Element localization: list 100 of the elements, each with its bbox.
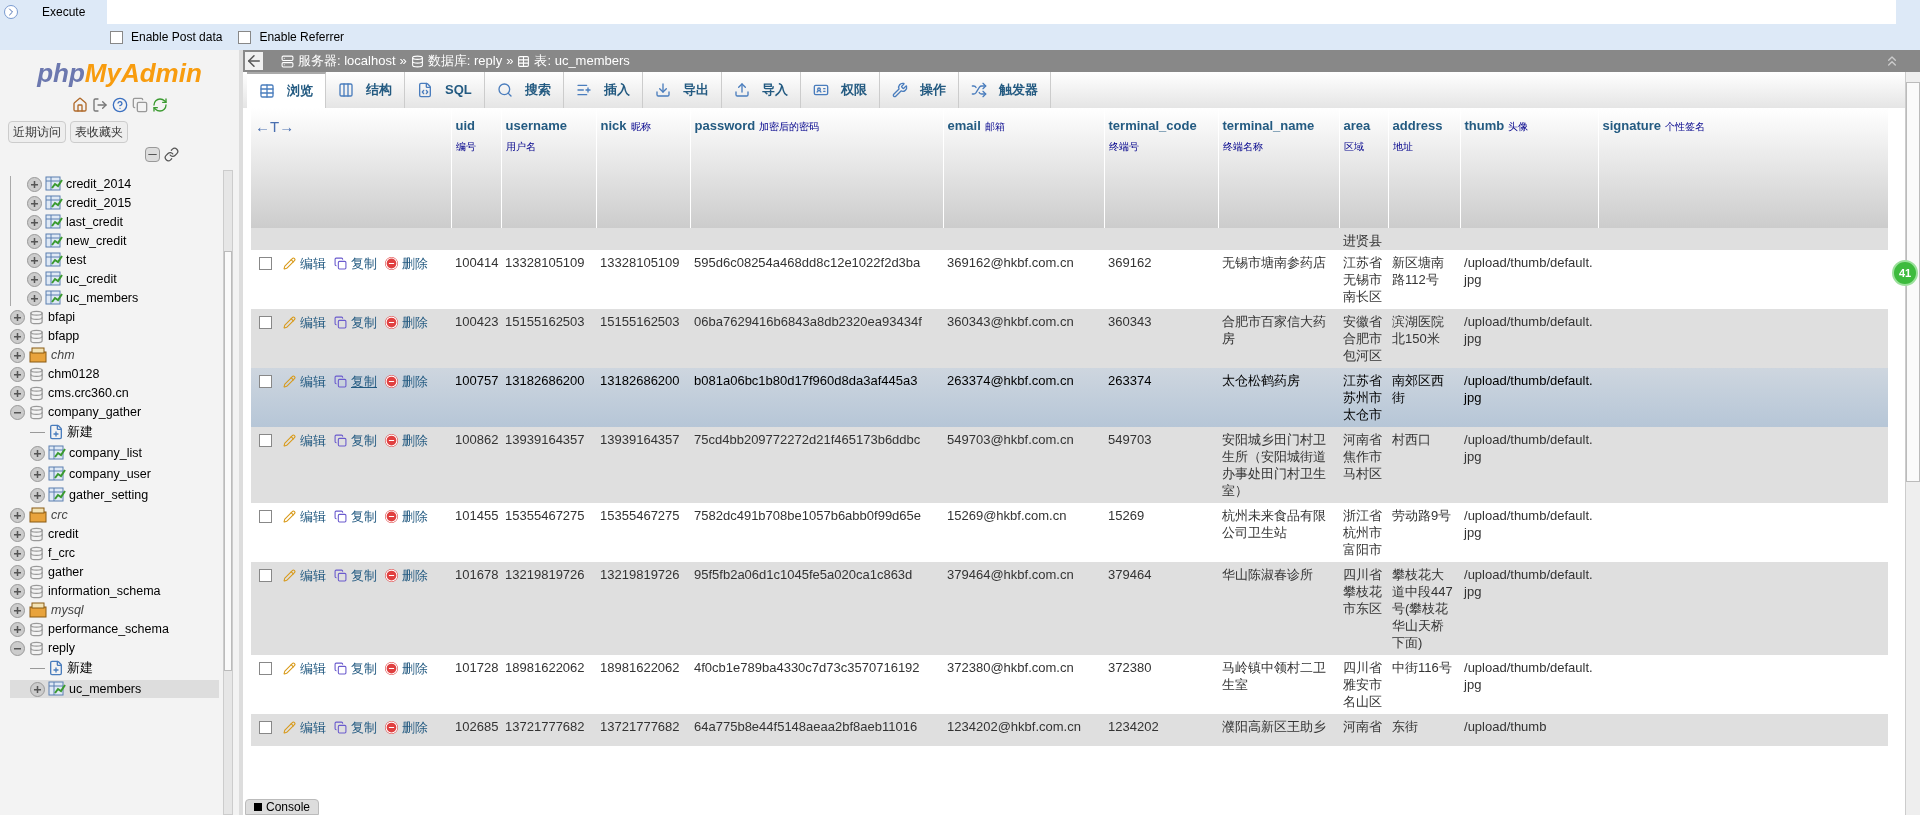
breadcrumb-link[interactable]: 表: uc_members — [534, 51, 630, 71]
copy-link[interactable]: 复制 — [334, 254, 377, 274]
expand-icon[interactable] — [10, 309, 25, 325]
delete-link[interactable]: 删除 — [385, 507, 428, 527]
edit-link[interactable]: 编辑 — [283, 313, 326, 333]
checkbox[interactable] — [259, 434, 272, 447]
expand-icon[interactable] — [27, 195, 42, 211]
expand-icon[interactable] — [10, 526, 25, 542]
tree-item[interactable]: new_credit — [66, 231, 127, 251]
tree-item[interactable]: uc_credit — [66, 269, 117, 289]
tree-item[interactable]: bfapi — [48, 307, 76, 327]
sidebar-tab-button[interactable]: 近期访问 — [8, 121, 66, 143]
expand-icon[interactable] — [10, 328, 25, 344]
delete-link[interactable]: 删除 — [385, 254, 428, 274]
tree-item[interactable]: 新建 — [67, 422, 93, 442]
copy-icon[interactable] — [131, 97, 148, 113]
collapse-all-icon[interactable] — [145, 147, 160, 162]
expand-icon[interactable] — [27, 214, 42, 230]
table-row[interactable]: 编辑 复制 删除 100414 13328105109 13328105109 595d6c08254a468dd8c12e1022f2d3ba 369162@hkbf.com.cn 369162 无锡市塘南参药店 江苏省无锡市南长区 新区塘南路112号 /upload/thumb/default.jpg — [251, 250, 1888, 309]
highlighted-row[interactable]: 编辑 复制 删除 100757 13182686200 13182686200 b081a06bc1b80d17f960d8da3af445a3 263374@hkbf.com.cn 263374 太仓松鹤药房 江苏省苏州市太仓市 南郊区西街 /upload/thumb/default.jpg — [251, 368, 1888, 427]
tree-item[interactable]: information_schema — [48, 581, 161, 601]
table-row[interactable]: 编辑 复制 删除 100423 15155162503 15155162503 06ba7629416b6843a8db2320ea93434f 360343@hkbf.com.cn 360343 合肥市百家信大药房 安徽省合肥市包河区 滨湖医院北150米 /upload/thumb/default.jpg — [251, 309, 1888, 368]
expand-icon[interactable] — [10, 602, 25, 618]
checkbox[interactable] — [259, 257, 272, 270]
delete-link[interactable]: 删除 — [385, 659, 428, 679]
reload-icon[interactable] — [151, 97, 168, 113]
delete-link[interactable]: 删除 — [385, 431, 428, 451]
expand-icon[interactable] — [27, 290, 42, 306]
edit-link[interactable]: 编辑 — [283, 718, 326, 738]
tree-item[interactable]: last_credit — [66, 212, 123, 232]
column-header[interactable]: address — [1392, 118, 1443, 133]
scrollbar[interactable] — [223, 170, 233, 815]
copy-link[interactable]: 复制 — [334, 431, 377, 451]
tree-item[interactable]: mysql — [51, 600, 84, 620]
expand-icon[interactable] — [30, 445, 45, 461]
expand-icon[interactable] — [10, 507, 25, 523]
tree-item[interactable]: cms.crc360.cn — [48, 383, 129, 403]
breadcrumb-link[interactable]: 服务器: localhost — [298, 51, 396, 71]
checkbox[interactable] — [259, 721, 272, 734]
table-row[interactable]: 编辑 复制 删除 101728 18981622062 18981622062 4f0cb1e789ba4330c7d73c3570716192 372380@hkbf.com.cn 372380 马岭镇中领村二卫生室 四川省雅安市名山区 中街116号 /upload/thumb/default.jpg — [251, 655, 1888, 714]
expand-icon[interactable] — [10, 385, 25, 401]
expand-icon[interactable] — [27, 252, 42, 268]
checkbox[interactable] — [259, 375, 272, 388]
tree-item[interactable]: chm0128 — [48, 364, 100, 384]
tree-item[interactable]: company_list — [69, 443, 142, 463]
expand-icon[interactable] — [10, 347, 25, 363]
tree-item[interactable]: uc_members — [69, 679, 142, 699]
tree-item[interactable]: gather_setting — [69, 485, 149, 505]
checkbox[interactable] — [238, 30, 252, 44]
execute-button[interactable]: Execute — [38, 3, 90, 21]
column-header[interactable]: email — [947, 118, 981, 133]
table-row[interactable]: 编辑 复制 删除 101455 15355467275 15355467275 7582dc491b708be1057b6abb0f99d65e 15269@hkbf.com.cn 15269 杭州未来食品有限公司卫生站 浙江省杭州市富阳市 劳动路9号 /upload/thumb/default.jpg — [251, 503, 1888, 562]
column-header[interactable]: area — [1343, 118, 1371, 133]
tree-item[interactable]: company_user — [69, 464, 151, 484]
exit-icon[interactable] — [91, 97, 108, 113]
column-header[interactable]: nick — [600, 118, 627, 133]
console-tab[interactable]: Console — [245, 799, 320, 815]
collapse-icon[interactable] — [10, 404, 25, 420]
delete-link[interactable]: 删除 — [385, 566, 428, 586]
tree-item[interactable]: f_crc — [48, 543, 76, 563]
column-header[interactable]: password — [694, 118, 756, 133]
column-header[interactable]: terminal_code — [1108, 118, 1197, 133]
tree-item[interactable]: 新建 — [67, 658, 93, 678]
copy-link[interactable]: 复制 — [334, 372, 377, 392]
tree-item[interactable]: company_gather — [48, 402, 142, 422]
edit-link[interactable]: 编辑 — [283, 372, 326, 392]
link-icon[interactable] — [164, 147, 179, 162]
tree-item[interactable]: test — [66, 250, 87, 270]
expand-icon[interactable] — [27, 233, 42, 249]
tree-item[interactable]: crc — [51, 505, 68, 525]
copy-link[interactable]: 复制 — [334, 566, 377, 586]
tree-item[interactable]: credit_2015 — [66, 193, 132, 213]
column-header[interactable]: terminal_name — [1222, 118, 1315, 133]
checkbox[interactable] — [259, 662, 272, 675]
edit-link[interactable]: 编辑 — [283, 431, 326, 451]
table-row[interactable]: 编辑 复制 删除 100862 13939164357 13939164357 75cd4bb209772272d21f465173b6ddbc 549703@hkbf.com.cn 549703 安阳城乡田门村卫生所（安阳城街道办事处田门村卫生室） 河南省焦作市马村区 村西口 /upload/thumb/default.jpg — [251, 427, 1888, 503]
column-header[interactable]: signature — [1602, 118, 1662, 133]
checkbox[interactable] — [259, 510, 272, 523]
checkbox[interactable] — [259, 569, 272, 582]
edit-link[interactable]: 编辑 — [283, 566, 326, 586]
edit-link[interactable]: 编辑 — [283, 507, 326, 527]
tree-item[interactable]: chm — [51, 345, 75, 365]
expand-icon[interactable] — [10, 564, 25, 580]
url-field[interactable] — [107, 0, 1896, 24]
expand-icon[interactable] — [27, 271, 42, 287]
delete-link[interactable]: 删除 — [385, 313, 428, 333]
delete-link[interactable]: 删除 — [385, 718, 428, 738]
collapse-icon[interactable] — [10, 640, 25, 656]
expand-icon[interactable] — [30, 487, 45, 503]
tree-item[interactable]: bfapp — [48, 326, 80, 346]
expand-icon[interactable] — [27, 176, 42, 192]
breadcrumb-link[interactable]: 数据库: reply — [427, 51, 503, 71]
tree-item[interactable]: reply — [48, 638, 76, 658]
expand-icon[interactable] — [10, 583, 25, 599]
tree-item[interactable]: credit — [48, 524, 79, 544]
column-resize-handle[interactable]: ←T→ — [255, 118, 295, 135]
tree-item[interactable]: uc_members — [66, 288, 139, 308]
expand-icon[interactable] — [10, 621, 25, 637]
expand-icon[interactable] — [30, 681, 45, 697]
tree-item[interactable]: performance_schema — [48, 619, 169, 639]
